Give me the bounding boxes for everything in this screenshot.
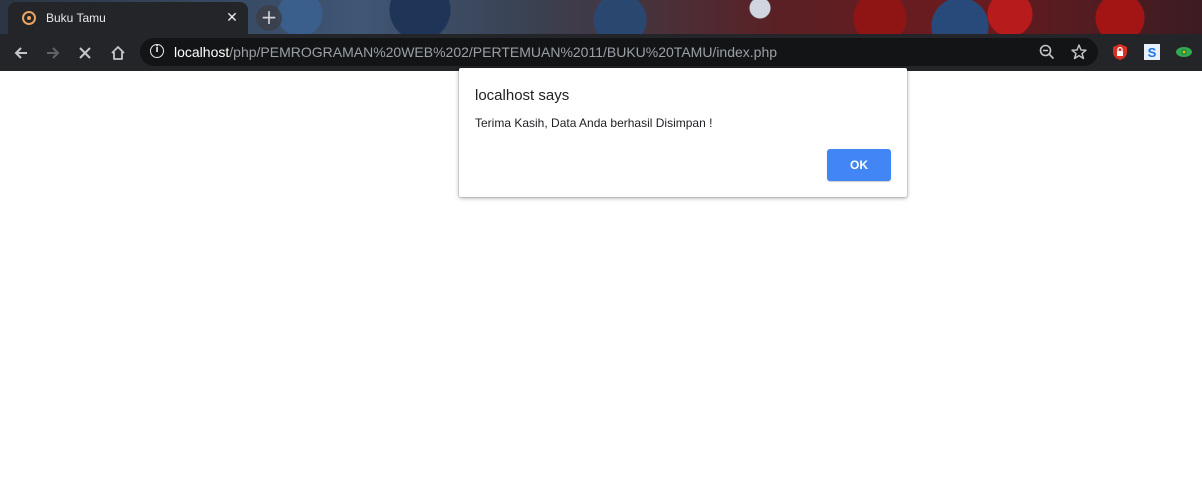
star-icon[interactable] bbox=[1070, 43, 1088, 61]
site-info-icon[interactable]: i bbox=[150, 44, 164, 58]
dialog-message: Terima Kasih, Data Anda berhasil Disimpa… bbox=[475, 116, 713, 130]
url-text[interactable]: localhost/php/PEMROGRAMAN%20WEB%202/PERT… bbox=[174, 44, 777, 60]
dialog-title: localhost says bbox=[475, 87, 570, 104]
active-tab[interactable]: Buku Tamu ✕ bbox=[8, 2, 248, 34]
new-tab-button[interactable]: + bbox=[256, 5, 282, 31]
back-arrow-icon bbox=[14, 47, 27, 59]
eye-extension-icon[interactable] bbox=[1175, 43, 1193, 61]
url-path: /php/PEMROGRAMAN%20WEB%202/PERTEMUAN%201… bbox=[229, 44, 778, 60]
home-button[interactable] bbox=[105, 40, 131, 66]
home-icon bbox=[111, 46, 125, 60]
zoom-out-icon[interactable] bbox=[1038, 43, 1056, 61]
alert-dialog: localhost says Terima Kasih, Data Anda b… bbox=[459, 68, 907, 197]
tab-strip: Buku Tamu ✕ + bbox=[0, 0, 1202, 34]
loading-spinner-icon bbox=[22, 11, 36, 25]
forward-arrow-icon bbox=[47, 47, 60, 59]
stop-loading-icon bbox=[79, 47, 91, 59]
s-extension-icon[interactable]: S bbox=[1143, 43, 1161, 61]
ok-button[interactable]: OK bbox=[827, 149, 891, 181]
shield-extension-icon[interactable] bbox=[1111, 43, 1129, 61]
tab-close-icon[interactable]: ✕ bbox=[224, 10, 240, 26]
url-host: localhost bbox=[174, 44, 230, 60]
tab-title: Buku Tamu bbox=[46, 11, 106, 25]
back-button[interactable] bbox=[8, 40, 34, 66]
svg-text:S: S bbox=[1148, 45, 1157, 60]
forward-button[interactable] bbox=[40, 40, 66, 66]
address-bar[interactable]: i localhost/php/PEMROGRAMAN%20WEB%202/PE… bbox=[140, 38, 1098, 66]
stop-button[interactable] bbox=[72, 40, 98, 66]
